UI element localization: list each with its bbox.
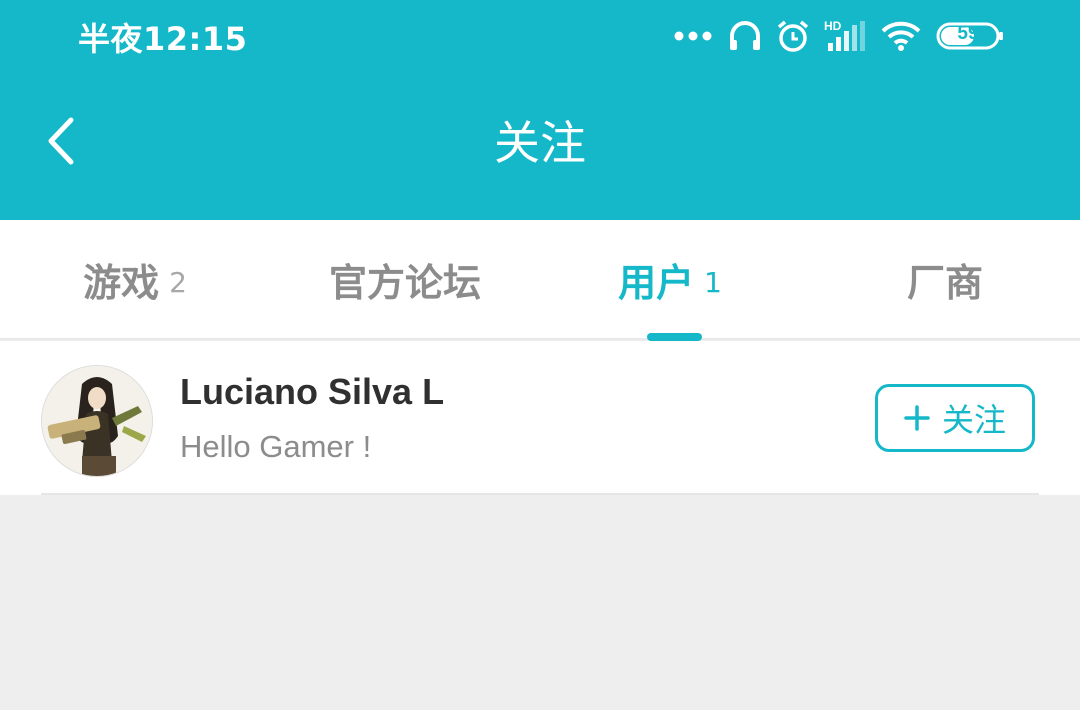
follow-button[interactable]: 关注 [875,384,1035,452]
tab-label: 游戏 [83,260,160,305]
tab-vendors[interactable]: 厂商 [810,220,1080,338]
status-time: 半夜12:15 [78,20,248,58]
user-name[interactable]: Luciano Silva L [180,371,444,413]
user-bio: Hello Gamer ! [180,429,372,464]
avatar[interactable] [41,365,153,477]
battery-icon: 59 [936,21,1004,51]
tab-label: 厂商 [906,260,983,305]
tab-bar: 游戏 2 官方论坛 用户 1 厂商 [0,220,1080,340]
app-header: 半夜12:15 HD 59 关注 [0,0,1080,220]
alarm-icon [776,19,810,53]
tab-games[interactable]: 游戏 2 [0,220,270,338]
tab-label: 官方论坛 [328,260,481,305]
list-item-user[interactable]: Luciano Silva L Hello Gamer ! 关注 [0,341,1080,495]
tab-count: 1 [704,265,722,299]
plus-icon [904,405,930,431]
tab-users[interactable]: 用户 1 [535,220,805,338]
wifi-icon [880,20,922,52]
headphones-icon [728,20,762,52]
page-title: 关注 [494,116,586,170]
more-dots-icon [674,30,714,42]
battery-level: 59 [957,23,979,44]
hd-signal-icon: HD [824,19,866,53]
tab-label: 用户 [618,260,695,305]
status-icons: HD 59 [674,14,1004,58]
tab-count: 2 [169,265,187,299]
tab-official-forum[interactable]: 官方论坛 [270,220,540,338]
row-divider [41,493,1039,495]
follow-label: 关注 [941,401,1006,439]
svg-text:HD: HD [824,19,842,33]
active-tab-indicator [647,333,702,341]
